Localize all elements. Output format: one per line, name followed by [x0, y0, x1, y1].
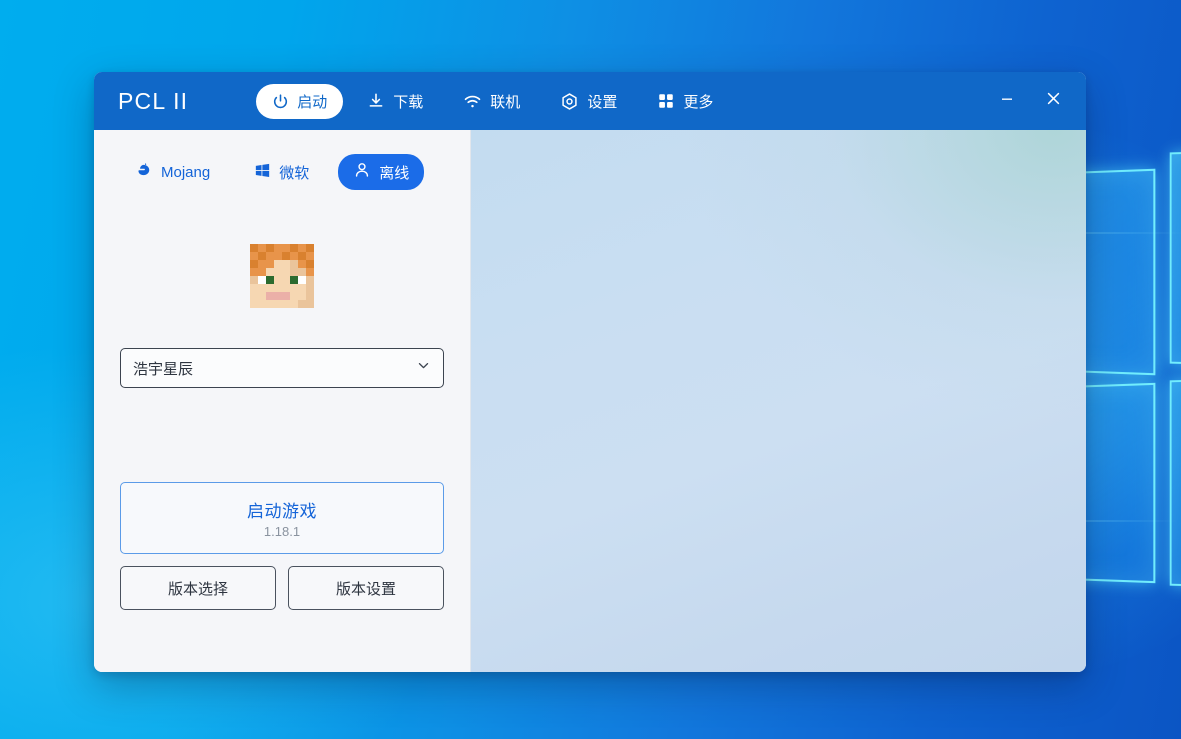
- nav-item-launch[interactable]: 启动: [256, 84, 343, 119]
- desktop-background: PCL II 启动 下载 联机 设置 更多 Mojang 微软 离线 浩宇星辰 …: [0, 0, 1181, 739]
- window-body: Mojang 微软 离线 浩宇星辰 启动游戏 1.18.1 版本选择 版本设置: [94, 130, 1086, 672]
- close-button[interactable]: [1036, 84, 1070, 118]
- windows-logo-pane-top-right: [1170, 147, 1181, 368]
- pcl-launcher-window: PCL II 启动 下载 联机 设置 更多 Mojang 微软 离线 浩宇星辰 …: [94, 72, 1086, 672]
- minimize-button[interactable]: [990, 84, 1024, 118]
- account-tab-microsoft[interactable]: 微软: [239, 155, 324, 190]
- download-icon: [367, 92, 385, 110]
- minimize-icon: [999, 91, 1015, 112]
- window-controls: [990, 72, 1070, 130]
- close-icon: [1045, 90, 1062, 112]
- chevron-down-icon: [416, 358, 431, 378]
- account-tab-label: Mojang: [161, 164, 210, 181]
- account-tab-mojang[interactable]: Mojang: [120, 154, 225, 190]
- nav-item-label: 启动: [297, 91, 327, 112]
- minecraft-skin-head-avatar: [250, 244, 314, 308]
- username-value: 浩宇星辰: [133, 358, 416, 379]
- main-navigation: 启动 下载 联机 设置 更多: [256, 84, 729, 119]
- avatar-container: [94, 244, 470, 308]
- wifi-icon: [463, 92, 482, 111]
- nav-item-download[interactable]: 下载: [351, 84, 439, 119]
- launch-game-label: 启动游戏: [247, 497, 317, 522]
- account-type-tabs: Mojang 微软 离线: [94, 130, 470, 190]
- main-content-area: [470, 130, 1086, 672]
- launch-game-version: 1.18.1: [264, 524, 300, 539]
- nav-item-label: 联机: [490, 91, 520, 112]
- windows-icon: [254, 162, 271, 183]
- version-select-button[interactable]: 版本选择: [120, 566, 276, 610]
- nav-item-label: 更多: [683, 91, 713, 112]
- app-title: PCL II: [118, 88, 188, 115]
- nav-item-more[interactable]: 更多: [641, 84, 729, 119]
- power-icon: [272, 93, 289, 110]
- nav-item-multiplayer[interactable]: 联机: [447, 84, 536, 119]
- username-dropdown[interactable]: 浩宇星辰: [120, 348, 444, 388]
- account-tab-label: 离线: [379, 162, 409, 183]
- grid-icon: [657, 92, 675, 110]
- nav-item-label: 下载: [393, 91, 423, 112]
- account-tab-label: 微软: [279, 162, 309, 183]
- launch-game-button[interactable]: 启动游戏 1.18.1: [120, 482, 444, 554]
- account-tab-offline[interactable]: 离线: [338, 154, 424, 190]
- nav-item-label: 设置: [587, 91, 617, 112]
- person-icon: [353, 161, 371, 183]
- version-buttons-row: 版本选择 版本设置: [120, 566, 444, 610]
- window-titlebar: PCL II 启动 下载 联机 设置 更多: [94, 72, 1086, 130]
- version-settings-button[interactable]: 版本设置: [288, 566, 444, 610]
- mojang-icon: [135, 161, 153, 183]
- left-sidebar: Mojang 微软 离线 浩宇星辰 启动游戏 1.18.1 版本选择 版本设置: [94, 130, 470, 672]
- nav-item-settings[interactable]: 设置: [544, 84, 633, 119]
- gear-hex-icon: [560, 92, 579, 111]
- windows-logo-pane-bottom-right: [1170, 376, 1181, 591]
